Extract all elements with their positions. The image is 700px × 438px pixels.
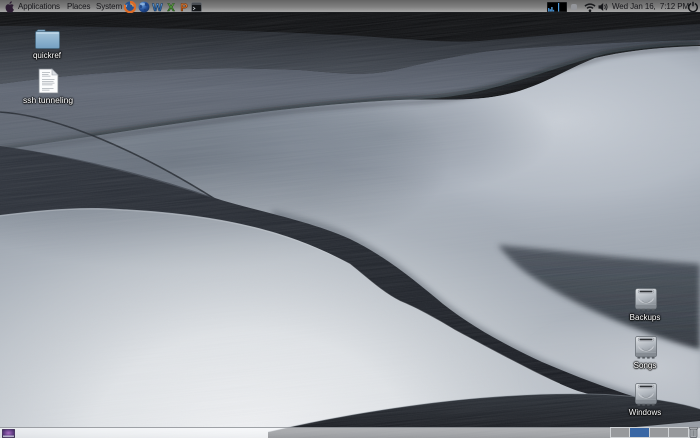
svg-text:P: P [180, 2, 187, 13]
svg-text:X: X [167, 2, 175, 13]
svg-text:W: W [152, 2, 163, 13]
